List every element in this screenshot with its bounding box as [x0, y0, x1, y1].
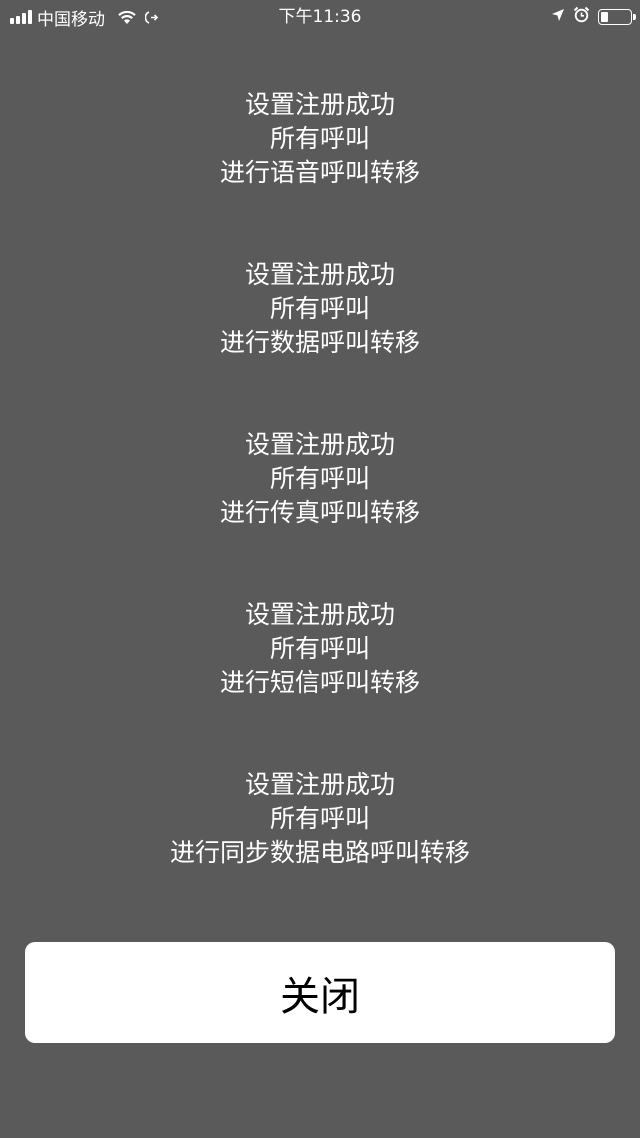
- message-line: 所有呼叫: [269, 804, 370, 833]
- message-block: 设置注册成功 所有呼叫进行数据呼叫转移: [0, 258, 640, 360]
- message-line: 所有呼叫: [269, 294, 370, 323]
- message-line: 设置注册成功: [244, 90, 395, 119]
- location-arrow-icon: [551, 7, 565, 27]
- status-bar: 中国移动 下午11:36: [0, 0, 640, 34]
- message-line: 进行传真呼叫转移: [219, 498, 420, 527]
- message-line: 所有呼叫: [269, 124, 370, 153]
- message-line: 进行数据呼叫转移: [219, 328, 420, 357]
- battery-icon: [598, 9, 636, 25]
- message-block: 设置注册成功 所有呼叫进行短信呼叫转移: [0, 598, 640, 700]
- message-block: 设置注册成功 所有呼叫进行传真呼叫转移: [0, 428, 640, 530]
- message-line: 设置注册成功: [244, 770, 395, 799]
- status-bar-time: 下午11:36: [278, 7, 362, 27]
- message-text: 设置注册成功 所有呼叫 进行语音呼叫转移 设置注册成功 所有呼叫 进行数据呼叫转移 设置注册…: [0, 88, 640, 938]
- message-line: 进行同步数据电路呼叫转移: [169, 838, 470, 867]
- message-block: 设置注册成功 所有呼叫进行同步数据电路呼叫转移: [0, 768, 640, 870]
- message-line: 进行短信呼叫转移: [219, 668, 420, 697]
- battery-cap: [633, 14, 636, 20]
- battery-level-fill: [601, 12, 608, 22]
- message-line: 进行语音呼叫转移: [219, 158, 420, 187]
- screen: 中国移动 下午11:36 设置注册成功 所有呼叫 进行语音呼叫转移 设置注册成功…: [0, 0, 640, 1138]
- close-button[interactable]: 关闭: [25, 942, 615, 1043]
- message-line: 设置注册成功: [244, 600, 395, 629]
- message-line: 所有呼叫: [269, 464, 370, 493]
- message-line: 设置注册成功: [244, 260, 395, 289]
- alarm-icon: [573, 6, 590, 28]
- message-line: 所有呼叫: [269, 634, 370, 663]
- status-bar-right: [551, 5, 636, 29]
- message-block: 设置注册成功 所有呼叫进行语音呼叫转移: [0, 88, 640, 190]
- message-line: 设置注册成功: [244, 430, 395, 459]
